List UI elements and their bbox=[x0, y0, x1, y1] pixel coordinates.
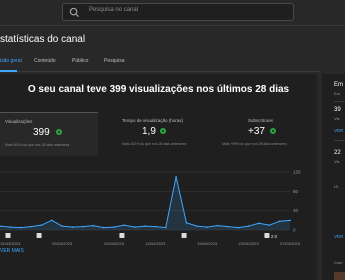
data-point bbox=[133, 226, 136, 228]
sidebar-stat-value: 39 bbox=[334, 107, 341, 113]
tab-content[interactable]: Conteúdo bbox=[34, 58, 56, 64]
metric-label: Tempo de visualização (horas) bbox=[122, 118, 184, 123]
metric-value: +37 bbox=[248, 126, 265, 137]
data-point bbox=[19, 226, 22, 229]
sidebar-stat-label: Vis bbox=[334, 159, 340, 164]
metric-label: Visualizações bbox=[5, 119, 33, 124]
data-point bbox=[82, 225, 84, 228]
series-line bbox=[0, 176, 291, 229]
x-tick-label: 05/04/2023 bbox=[52, 241, 73, 246]
divider bbox=[334, 140, 345, 141]
data-point bbox=[144, 225, 146, 227]
marker-count-label: 2:0 bbox=[271, 234, 278, 239]
metric-label: Subscritores bbox=[248, 118, 274, 123]
sidebar-stat-label: Com bbox=[334, 260, 343, 265]
video-marker bbox=[264, 233, 270, 238]
arrow-up-icon bbox=[56, 129, 62, 135]
data-point bbox=[185, 221, 188, 224]
data-point bbox=[227, 225, 229, 228]
video-marker bbox=[119, 233, 125, 238]
main-panel: O seu canal teve 399 visualizações nos ú… bbox=[0, 74, 317, 280]
data-point bbox=[289, 219, 291, 222]
arrow-up-icon bbox=[270, 128, 276, 134]
data-point bbox=[175, 176, 177, 178]
data-point bbox=[258, 222, 260, 225]
data-point bbox=[247, 225, 250, 227]
metric-card-watch-time[interactable]: Tempo de visualização (horas) 1,9 Mais 2… bbox=[110, 112, 210, 156]
page: Pesquisa no canal statísticas do canal i… bbox=[0, 0, 345, 280]
x-tick-label: 23/04/2023 bbox=[239, 241, 260, 246]
headline: O seu canal teve 399 visualizações nos ú… bbox=[27, 84, 290, 95]
active-tab-indicator bbox=[0, 70, 17, 72]
metric-card-subscribers[interactable]: Subscritores +37 Mais +99% do que nos 28… bbox=[212, 112, 317, 156]
sidebar-link[interactable]: VER bbox=[334, 128, 343, 133]
x-tick-label: 31/03/2023 bbox=[0, 241, 21, 246]
data-point bbox=[206, 226, 208, 228]
sidebar-subtitle: Em bbox=[334, 91, 340, 96]
video-marker bbox=[36, 233, 42, 238]
sidebar-stat-label: Vis bbox=[334, 116, 340, 121]
data-point bbox=[9, 226, 12, 228]
metric-card-views[interactable]: Visualizações 399 Mais 604% do que nos 2… bbox=[0, 112, 98, 156]
tab-research[interactable]: Pesquisa bbox=[104, 58, 125, 64]
y-tick-label: 120 bbox=[293, 170, 301, 175]
data-point bbox=[154, 225, 157, 228]
y-tick-label: 0 bbox=[293, 228, 296, 233]
sidebar-stat-value: 22 bbox=[334, 150, 341, 156]
tab-overview[interactable]: isão geral bbox=[0, 58, 22, 64]
arrow-up-icon bbox=[160, 128, 166, 134]
data-point bbox=[50, 219, 53, 222]
sidebar-stat-label: Ul bbox=[334, 184, 338, 189]
metric-value: 1,9 bbox=[142, 126, 156, 137]
data-point bbox=[113, 226, 115, 228]
series-area bbox=[0, 176, 290, 230]
metric-subtext: Mais 232% do que nos 28 dias anteriores bbox=[122, 142, 187, 146]
data-point bbox=[92, 224, 95, 227]
tab-bar: isão geral Conteúdo Público Pesquisa bbox=[0, 56, 320, 72]
divider bbox=[334, 101, 345, 102]
data-point bbox=[102, 226, 105, 229]
metric-value: 399 bbox=[33, 127, 50, 138]
see-more-link[interactable]: VER MAIS bbox=[0, 248, 24, 254]
data-point bbox=[237, 226, 240, 229]
page-title: statísticas do canal bbox=[0, 34, 86, 45]
metric-cards: Visualizações 399 Mais 604% do que nos 2… bbox=[0, 112, 317, 156]
search-icon bbox=[69, 7, 80, 18]
data-point bbox=[61, 225, 63, 227]
data-point bbox=[195, 225, 198, 227]
y-tick-label: 80 bbox=[293, 189, 299, 194]
metric-subtext: Mais +99% do que nos 28 dias anteriores bbox=[222, 142, 287, 146]
data-point bbox=[164, 226, 167, 229]
video-thumbnail[interactable] bbox=[334, 272, 345, 280]
data-point bbox=[71, 226, 74, 228]
x-tick-label: 19/04/2023 bbox=[197, 241, 218, 246]
x-tick-label: 27/04/2023 bbox=[280, 241, 301, 246]
data-point bbox=[30, 225, 32, 228]
video-marker bbox=[5, 233, 11, 238]
y-tick-label: 40 bbox=[293, 208, 299, 213]
video-marker bbox=[181, 233, 187, 238]
x-tick-label: 10/04/2023 bbox=[104, 241, 125, 246]
data-point bbox=[278, 220, 281, 223]
views-chart: 0 40 80 120 31/03/2023 05/04/2023 10/04/2023 14… bbox=[0, 168, 317, 248]
data-point bbox=[268, 224, 271, 226]
metric-subtext: Mais 604% do que nos 28 dias anteriores bbox=[5, 143, 70, 147]
tab-audience[interactable]: Público bbox=[72, 58, 88, 64]
data-point bbox=[216, 224, 219, 227]
search-input[interactable]: Pesquisa no canal bbox=[89, 7, 138, 13]
data-point bbox=[123, 224, 126, 226]
sidebar-link[interactable]: VER bbox=[334, 234, 343, 239]
chart-svg: 0 40 80 120 31/03/2023 05/04/2023 10/04/2023 14… bbox=[0, 170, 301, 246]
x-tick-label: 14/04/2023 bbox=[145, 241, 166, 246]
data-point bbox=[40, 224, 43, 226]
search-bar[interactable]: Pesquisa no canal bbox=[62, 3, 294, 21]
realtime-sidebar: Em Em 39 Vis VER 22 Vis Ul VER Com bbox=[322, 74, 345, 280]
sidebar-title: Em bbox=[334, 82, 343, 88]
top-bar: Pesquisa no canal bbox=[0, 0, 345, 26]
